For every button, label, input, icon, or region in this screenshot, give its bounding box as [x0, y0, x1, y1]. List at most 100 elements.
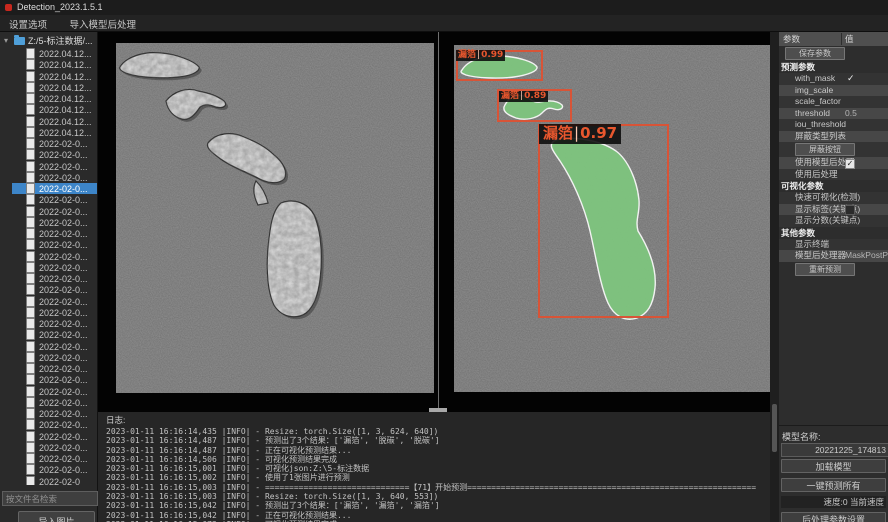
checkbox-empty-icon[interactable] — [845, 205, 855, 215]
tree-file-item[interactable]: 2022.04.12... — [12, 104, 97, 115]
tree-file-item[interactable]: 2022-02-0... — [12, 352, 97, 363]
file-icon — [26, 341, 35, 352]
load-model-button[interactable]: 加载模型 — [781, 459, 886, 473]
prediction-image-panel[interactable]: 漏箔|0.99 漏箔|0.89 漏箔|0.97 — [454, 45, 770, 392]
param-label: 显示分数(关键点) — [795, 215, 860, 225]
param-value[interactable]: 0.5 — [845, 108, 857, 120]
file-icon — [26, 386, 35, 397]
param-label: iou_threshold — [795, 119, 846, 129]
mask-button[interactable]: 屏蔽按钮 — [795, 143, 855, 156]
param-row-scale-factor[interactable]: scale_factor — [779, 96, 888, 108]
param-row-img-scale[interactable]: img_scale — [779, 85, 888, 97]
tree-file-item[interactable]: 2022-02-0... — [12, 183, 97, 194]
source-image-panel[interactable] — [116, 43, 434, 393]
tree-file-item[interactable]: 2022-02-0... — [12, 284, 97, 295]
checkbox-checked-icon[interactable]: ✓ — [845, 159, 855, 169]
param-row-use-post[interactable]: 使用后处理 — [779, 169, 888, 181]
tree-file-item[interactable]: 2022-02-0... — [12, 408, 97, 419]
window-title: Detection_2023.1.5.1 — [17, 2, 103, 12]
tree-file-item[interactable]: 2022.04.12... — [12, 82, 97, 93]
log-lines: 2023-01-11 16:16:14,435 |INFO| - Resize:… — [98, 427, 770, 522]
tree-file-item[interactable]: 2022-02-0... — [12, 374, 97, 385]
tree-file-item[interactable]: 2022-02-0 — [12, 476, 97, 486]
param-row-show-label[interactable]: 显示标签(关键点) — [779, 204, 888, 216]
repredict-button[interactable]: 重新预测 — [795, 263, 855, 276]
tree-file-label: 2022-02-0... — [39, 139, 88, 149]
param-row-show-score[interactable]: 显示分数(关键点) — [779, 215, 888, 227]
tree-root-folder[interactable]: ▾ Z:/5-标注数据/... — [0, 34, 97, 47]
tree-file-item[interactable]: 2022-02-0... — [12, 251, 97, 262]
tree-file-item[interactable]: 2022-02-0... — [12, 453, 97, 464]
tree-file-item[interactable]: 2022.04.12... — [12, 71, 97, 82]
log-panel[interactable]: 日志: 2023-01-11 16:16:14,435 |INFO| - Res… — [98, 412, 770, 522]
right-splitter[interactable] — [770, 32, 779, 522]
predict-all-button[interactable]: 一键预测所有 — [781, 478, 886, 492]
model-name-field[interactable]: 20221225_174813 — [781, 443, 888, 457]
param-row-model-post-processor[interactable]: 模型后处理器MaskPostPro — [779, 250, 888, 262]
file-icon — [26, 453, 35, 464]
param-row-show-terminal[interactable]: 显示终端 — [779, 239, 888, 251]
param-row-threshold[interactable]: threshold 0.5 — [779, 108, 888, 120]
menu-item-import-postprocess[interactable]: 导入模型后处理 — [60, 15, 145, 31]
tree-file-item[interactable]: 2022-02-0... — [12, 172, 97, 183]
import-images-button[interactable]: 导入图片 — [18, 511, 95, 522]
param-row-quick-visual[interactable]: 快速可视化(检测) — [779, 192, 888, 204]
file-list: 2022.04.12...2022.04.12...2022.04.12...2… — [0, 48, 97, 485]
tree-file-item[interactable]: 2022-02-0... — [12, 386, 97, 397]
tree-file-item[interactable]: 2022-02-0... — [12, 273, 97, 284]
tree-file-item[interactable]: 2022-02-0... — [12, 262, 97, 273]
tree-file-item[interactable]: 2022-02-0... — [12, 442, 97, 453]
tree-file-item[interactable]: 2022.04.12... — [12, 116, 97, 127]
pane-splitter[interactable] — [438, 32, 439, 410]
tree-file-item[interactable]: 2022-02-0... — [12, 464, 97, 475]
post-param-settings-button[interactable]: 后处理参数设置 — [781, 512, 886, 522]
search-input[interactable] — [2, 491, 98, 506]
tree-file-item[interactable]: 2022-02-0... — [12, 307, 97, 318]
tree-file-item[interactable]: 2022-02-0... — [12, 329, 97, 340]
param-row-mask-type-list[interactable]: 屏蔽类型列表 — [779, 131, 888, 143]
right-scrollbar-handle[interactable] — [772, 404, 777, 452]
tree-file-item[interactable]: 2022.04.12... — [12, 93, 97, 104]
tree-file-label: 2022-02-0... — [39, 184, 88, 194]
tree-file-item[interactable]: 2022-02-0... — [12, 194, 97, 205]
tree-file-label: 2022-02-0... — [39, 252, 88, 262]
tree-file-item[interactable]: 2022-02-0... — [12, 341, 97, 352]
tree-file-item[interactable]: 2022.04.12... — [12, 127, 97, 138]
tree-file-item[interactable]: 2022-02-0... — [12, 239, 97, 250]
file-icon — [26, 239, 35, 250]
tree-file-item[interactable]: 2022-02-0... — [12, 149, 97, 160]
tree-root-label: Z:/5-标注数据/... — [28, 36, 93, 46]
param-row-iou-threshold[interactable]: iou_threshold — [779, 119, 888, 131]
tree-file-item[interactable]: 2022-02-0... — [12, 228, 97, 239]
tree-file-item[interactable]: 2022-02-0... — [12, 138, 97, 149]
param-value[interactable]: MaskPostPro — [845, 250, 888, 262]
tree-file-label: 2022-02-0... — [39, 454, 88, 464]
file-icon — [26, 82, 35, 93]
tree-file-item[interactable]: 2022-02-0... — [12, 217, 97, 228]
param-row-use-model-post[interactable]: 使用模型后处理✓ — [779, 157, 888, 169]
tree-file-item[interactable]: 2022-02-0... — [12, 161, 97, 172]
param-column-header: 参数 — [783, 32, 800, 46]
tree-file-item[interactable]: 2022.04.12... — [12, 48, 97, 59]
tree-file-item[interactable]: 2022.04.12... — [12, 59, 97, 70]
tree-file-item[interactable]: 2022-02-0... — [12, 397, 97, 408]
param-label: threshold — [795, 108, 830, 118]
folder-icon — [14, 37, 25, 45]
chevron-down-icon[interactable]: ▾ — [4, 36, 14, 45]
tree-file-label: 2022-02-0... — [39, 420, 88, 430]
tree-file-item[interactable]: 2022-02-0... — [12, 318, 97, 329]
tree-file-item[interactable]: 2022-02-0... — [12, 419, 97, 430]
param-row-with-mask[interactable]: with_mask✓ — [779, 73, 888, 85]
tree-file-item[interactable]: 2022-02-0... — [12, 206, 97, 217]
tree-file-item[interactable]: 2022-02-0... — [12, 296, 97, 307]
tree-file-item[interactable]: 2022-02-0... — [12, 431, 97, 442]
file-icon — [26, 93, 35, 104]
param-label: 显示终端 — [795, 239, 829, 249]
save-params-button[interactable]: 保存参数 — [785, 47, 845, 60]
param-label: 快速可视化(检测) — [795, 192, 860, 202]
file-icon — [26, 464, 35, 475]
log-line: 2023-01-11 16:16:14,435 |INFO| - Resize:… — [106, 427, 770, 436]
param-label: img_scale — [795, 85, 833, 95]
tree-file-item[interactable]: 2022-02-0... — [12, 363, 97, 374]
menu-item-settings[interactable]: 设置选项 — [0, 15, 56, 31]
